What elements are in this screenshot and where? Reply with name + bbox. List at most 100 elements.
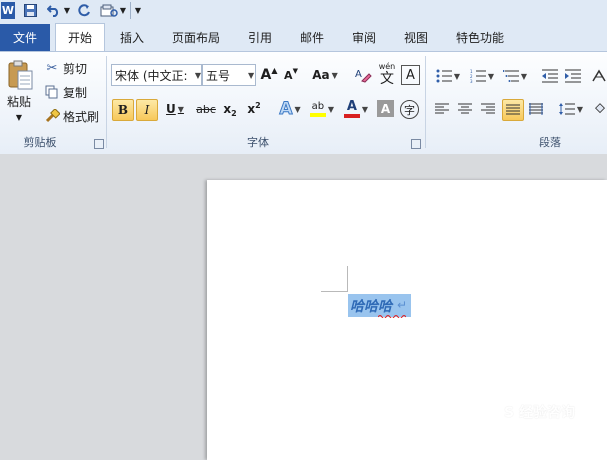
bullets-button[interactable]: ▼ [433, 66, 463, 86]
change-case-button[interactable]: Aa ▼ [310, 64, 340, 86]
caret-down-icon: ▼ [292, 67, 298, 75]
paste-icon[interactable] [4, 57, 36, 93]
chevron-down-icon: ▼ [327, 104, 335, 114]
selected-document-text[interactable]: 哈哈哈 [350, 296, 392, 316]
italic-icon: I [144, 103, 150, 117]
text-effects-button[interactable]: A ▼ [276, 98, 304, 120]
tab-insert-label: 插入 [119, 31, 144, 45]
multilevel-list-button[interactable]: ▼ [501, 66, 529, 86]
character-shading-button[interactable]: A [377, 100, 394, 117]
strikethrough-button[interactable]: abc [194, 99, 218, 119]
distributed-button[interactable] [526, 99, 546, 119]
save-icon[interactable] [22, 2, 38, 19]
tab-review-label: 审阅 [351, 31, 376, 45]
superscript-button[interactable]: x2 [244, 99, 264, 119]
enclose-characters-button[interactable]: 字 [400, 100, 419, 119]
align-center-button[interactable] [455, 99, 475, 119]
font-color-button[interactable]: A ▼ [340, 98, 372, 120]
paste-button[interactable]: 粘贴 [2, 93, 36, 109]
tab-view[interactable]: 视图 [396, 24, 436, 51]
tab-insert[interactable]: 插入 [110, 24, 154, 51]
tab-file-label: 文件 [12, 31, 37, 45]
group-separator [425, 56, 426, 148]
chinese-layout-button[interactable] [591, 66, 607, 86]
line-spacing-icon [558, 103, 575, 115]
qat-dropdown-icon[interactable]: ▼ [119, 2, 127, 19]
tab-references[interactable]: 引用 [240, 24, 280, 51]
copy-button[interactable]: 复制 [44, 82, 104, 102]
chevron-down-icon: ▼ [248, 70, 255, 80]
align-center-icon [458, 103, 472, 114]
margin-corner-mark [321, 291, 348, 292]
paragraph-group-label: 段落 [430, 134, 607, 150]
highlight-color-button[interactable]: ab ▼ [306, 98, 338, 120]
subscript-mark: 2 [231, 108, 237, 118]
character-border-icon: A [406, 67, 415, 83]
chevron-down-icon: ▼ [331, 70, 338, 80]
cut-label: 剪切 [63, 61, 88, 76]
font-launcher-icon[interactable] [411, 139, 421, 149]
character-border-button[interactable]: A [401, 65, 420, 85]
tab-file[interactable]: 文件 [0, 24, 50, 51]
tab-mailings-label: 邮件 [299, 31, 324, 45]
format-painter-button[interactable]: 格式刷 [44, 106, 104, 126]
italic-button[interactable]: I [136, 99, 158, 121]
font-group-label: 字体 [108, 134, 408, 150]
numbering-button[interactable]: 1 2 3 ▼ [467, 66, 497, 86]
shading-button[interactable] [593, 99, 607, 119]
font-size-value: 五号 [206, 68, 231, 83]
tab-mailings[interactable]: 邮件 [292, 24, 332, 51]
chinese-layout-icon [592, 69, 606, 82]
paragraph-group-text: 段落 [539, 136, 561, 149]
tab-special-features[interactable]: 特色功能 [448, 24, 512, 51]
clipboard-launcher-icon[interactable] [94, 139, 104, 149]
subscript-button[interactable]: x2 [220, 99, 240, 119]
undo-dropdown-icon[interactable]: ▼ [63, 2, 71, 19]
quick-access-toolbar: W ▼ ▼ ▼ [0, 0, 607, 23]
tab-page-layout[interactable]: 页面布局 [164, 24, 228, 51]
underline-button[interactable]: U ▼ [162, 99, 188, 119]
redo-icon[interactable] [76, 2, 92, 19]
paste-dropdown-icon[interactable]: ▼ [12, 111, 26, 123]
clear-formatting-button[interactable]: A [353, 64, 373, 86]
chevron-down-icon: ▼ [194, 70, 201, 80]
paragraph-mark: ↵ [397, 298, 407, 312]
strikethrough-icon: abc [196, 102, 216, 116]
tab-home[interactable]: 开始 [55, 23, 105, 51]
highlighter-icon: ab [309, 101, 326, 117]
font-size-select[interactable]: 五号 ▼ [202, 64, 256, 86]
chevron-down-icon: ▼ [576, 104, 584, 114]
paste-label: 粘贴 [6, 94, 31, 109]
watermark-text: S 经验咨询 [504, 402, 575, 422]
watermark-content: S 经验咨询 [504, 405, 575, 421]
phonetic-guide-button[interactable]: wén 文 [377, 62, 397, 88]
copy-label: 复制 [63, 85, 88, 100]
chevron-down-icon: ▼ [177, 104, 184, 114]
grow-font-button[interactable]: A ▲ [260, 64, 278, 86]
align-left-button[interactable] [432, 99, 452, 119]
align-right-button[interactable] [478, 99, 498, 119]
tab-references-label: 引用 [247, 31, 272, 45]
clipboard-group-label: 剪贴板 [4, 134, 76, 150]
text-effects-icon: A [279, 99, 293, 120]
increase-indent-button[interactable] [563, 66, 583, 86]
line-spacing-button[interactable]: ▼ [556, 99, 586, 119]
justify-button[interactable] [502, 99, 524, 121]
shrink-font-button[interactable]: A ▼ [282, 64, 300, 86]
chevron-down-icon: ▼ [453, 71, 461, 81]
cut-button[interactable]: ✂ 剪切 [44, 58, 104, 78]
chevron-down-icon: ▼ [520, 71, 528, 81]
print-preview-icon[interactable] [98, 2, 120, 19]
superscript-mark: 2 [255, 100, 261, 110]
bold-button[interactable]: B [112, 99, 134, 121]
paintbrush-icon [44, 109, 60, 123]
tab-review[interactable]: 审阅 [344, 24, 384, 51]
word-app-icon[interactable]: W [1, 2, 15, 19]
bold-icon: B [117, 103, 129, 117]
customize-qat-icon[interactable]: ▼ [133, 2, 143, 19]
decrease-indent-button[interactable] [540, 66, 560, 86]
font-name-select[interactable]: 宋体 (中文正: ▼ [111, 64, 202, 86]
font-group-text: 字体 [247, 136, 269, 149]
undo-icon[interactable] [44, 2, 64, 19]
svg-text:A: A [355, 69, 362, 80]
